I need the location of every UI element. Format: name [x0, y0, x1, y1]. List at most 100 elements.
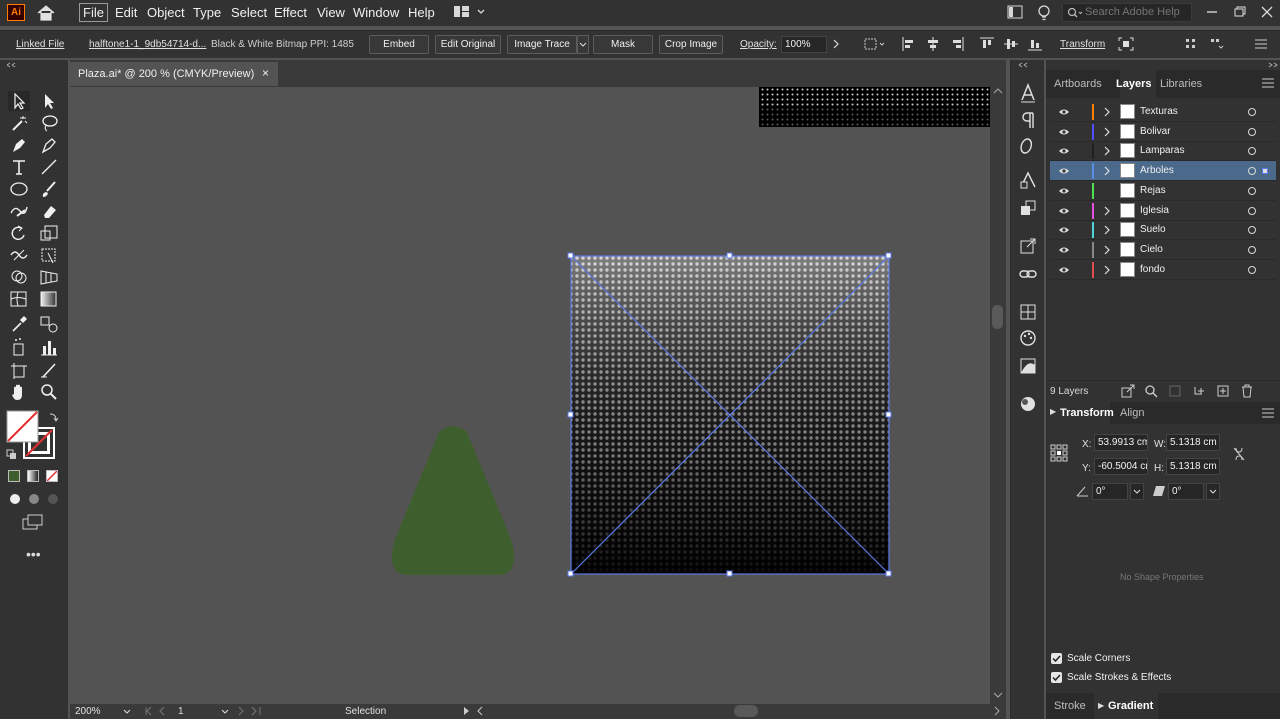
new-layer-icon[interactable] [1216, 384, 1230, 398]
expand-layer-icon[interactable] [1103, 127, 1111, 137]
panel-menu-icon[interactable] [1262, 78, 1274, 88]
layer-target-icon[interactable] [1248, 186, 1256, 195]
magic-wand-tool-icon[interactable] [8, 113, 30, 133]
opentype-panel-icon[interactable] [1018, 136, 1038, 156]
last-artboard-icon[interactable] [236, 706, 266, 716]
fill-stroke-swatches[interactable] [6, 410, 62, 462]
layer-name[interactable]: Rejas [1140, 185, 1166, 196]
visibility-eye-icon[interactable] [1058, 226, 1070, 234]
artboard-number[interactable]: 1 [178, 706, 184, 717]
shear-dropdown[interactable] [1206, 483, 1220, 500]
layer-target-icon[interactable] [1248, 108, 1256, 116]
toolbar-collapse-icon[interactable] [6, 62, 16, 68]
scroll-right-icon[interactable] [992, 706, 1002, 716]
shaper-tool-icon[interactable] [8, 201, 30, 221]
rotate-input[interactable] [1092, 483, 1128, 500]
color-panel-icon[interactable] [1018, 356, 1038, 376]
workspace-switcher-icon[interactable] [453, 4, 487, 20]
image-trace-button[interactable]: Image Trace [507, 35, 577, 54]
layer-row[interactable]: Texturas [1050, 102, 1276, 122]
expand-layer-icon[interactable] [1103, 107, 1111, 117]
type-tool-icon[interactable] [8, 157, 30, 177]
align-center-icon[interactable] [926, 37, 940, 51]
tab-gradient[interactable]: Gradient [1108, 700, 1153, 712]
layer-name[interactable]: Cielo [1140, 244, 1163, 255]
expand-layer-icon[interactable] [1103, 206, 1111, 216]
search-input[interactable] [1085, 6, 1189, 18]
menu-file[interactable]: File [79, 3, 108, 22]
rotate-dropdown[interactable] [1130, 483, 1144, 500]
isolate-icon[interactable] [1118, 37, 1134, 51]
artboard-tool-icon[interactable] [8, 360, 30, 380]
mask-button[interactable]: Mask [593, 35, 653, 54]
layer-row[interactable]: Iglesia [1050, 201, 1276, 221]
grid-options-icon[interactable] [1184, 37, 1198, 51]
layer-name[interactable]: Texturas [1140, 106, 1178, 117]
embed-button[interactable]: Embed [369, 35, 429, 54]
align-middle-icon[interactable] [1004, 37, 1018, 51]
y-input[interactable] [1094, 458, 1148, 475]
gradient-tool-icon[interactable] [38, 289, 60, 309]
tab-libraries[interactable]: Libraries [1160, 78, 1202, 90]
scale-corners-label[interactable]: Scale Corners [1067, 653, 1130, 664]
color-guide-icon[interactable] [1018, 328, 1038, 348]
rotate-tool-icon[interactable] [8, 223, 30, 243]
selection-tool-icon[interactable] [8, 91, 30, 111]
symbol-sprayer-tool-icon[interactable] [8, 337, 30, 357]
zoom-level[interactable]: 200% [75, 706, 101, 717]
menu-window[interactable]: Window [353, 5, 399, 20]
make-clipping-mask-icon[interactable] [1168, 384, 1182, 398]
zoom-dropdown-icon[interactable] [122, 707, 132, 717]
crop-image-button[interactable]: Crop Image [659, 35, 723, 54]
minimize-button[interactable] [1202, 2, 1222, 22]
artboard-dropdown-icon[interactable] [220, 707, 230, 717]
symbols-panel-icon[interactable] [1018, 394, 1038, 414]
scale-corners-checkbox[interactable] [1051, 653, 1062, 664]
expand-layer-icon[interactable] [1103, 265, 1111, 275]
character-panel-icon[interactable] [1018, 82, 1038, 104]
visibility-eye-icon[interactable] [1058, 108, 1070, 116]
home-icon[interactable] [36, 4, 56, 22]
layer-name[interactable]: Bolivar [1140, 126, 1171, 137]
edit-original-button[interactable]: Edit Original [435, 35, 501, 54]
layer-row[interactable]: Suelo [1050, 220, 1276, 241]
scale-tool-icon[interactable] [38, 223, 60, 243]
menu-edit[interactable]: Edit [115, 5, 137, 20]
hand-tool-icon[interactable] [8, 382, 30, 402]
layer-row[interactable]: Lamparas [1050, 141, 1276, 162]
tab-artboards[interactable]: Artboards [1054, 78, 1102, 90]
swatches-panel-icon[interactable] [1018, 302, 1038, 322]
visibility-eye-icon[interactable] [1058, 128, 1070, 136]
close-window-button[interactable] [1257, 2, 1277, 22]
visibility-eye-icon[interactable] [1058, 167, 1070, 175]
pen-tool-icon[interactable] [8, 135, 30, 155]
locate-object-icon[interactable] [1144, 384, 1158, 398]
edit-toolbar-icon[interactable]: ••• [26, 546, 41, 562]
menu-type[interactable]: Type [193, 5, 221, 20]
tree-shape[interactable] [391, 426, 515, 575]
menu-view[interactable]: View [317, 5, 345, 20]
document-tab[interactable]: Plaza.ai* @ 200 % (CMYK/Preview) × [70, 62, 278, 86]
x-input[interactable] [1094, 434, 1148, 451]
layer-target-icon[interactable] [1248, 226, 1256, 235]
eyedropper-tool-icon[interactable] [8, 314, 30, 334]
opacity-label[interactable]: Opacity: [740, 39, 777, 50]
delete-layer-icon[interactable] [1240, 384, 1254, 398]
vertical-scrollbar[interactable] [990, 87, 1006, 704]
expand-layer-icon[interactable] [1103, 146, 1111, 156]
warp-tool-icon[interactable] [8, 245, 30, 265]
align-top-icon[interactable] [980, 37, 994, 51]
linked-filename-link[interactable]: halftone1-1_9db54714-d... [89, 39, 206, 50]
color-mode-icon[interactable] [8, 470, 20, 482]
none-mode-icon[interactable] [46, 470, 58, 482]
layer-name[interactable]: Suelo [1140, 224, 1166, 235]
screen-mode-icon[interactable] [22, 514, 44, 530]
shape-builder-tool-icon[interactable] [8, 267, 30, 287]
new-sublayer-icon[interactable] [1192, 384, 1206, 398]
expand-layer-icon[interactable] [1103, 245, 1111, 255]
opacity-input[interactable] [781, 36, 827, 53]
scale-strokes-checkbox[interactable] [1051, 672, 1062, 683]
align-bottom-icon[interactable] [1028, 37, 1042, 51]
collapse-icons-icon[interactable] [1018, 62, 1038, 68]
linked-file-link[interactable]: Linked File [16, 39, 64, 50]
